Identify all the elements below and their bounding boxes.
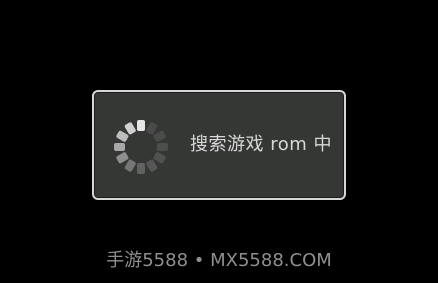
loading-spinner-icon [106, 112, 176, 182]
watermark-text: 手游5588 • MX5588.COM [106, 250, 332, 271]
spinner-graphic [114, 120, 168, 174]
loading-dialog: 搜索游戏 rom 中 [92, 90, 346, 200]
loading-message: 搜索游戏 rom 中 [190, 134, 332, 155]
